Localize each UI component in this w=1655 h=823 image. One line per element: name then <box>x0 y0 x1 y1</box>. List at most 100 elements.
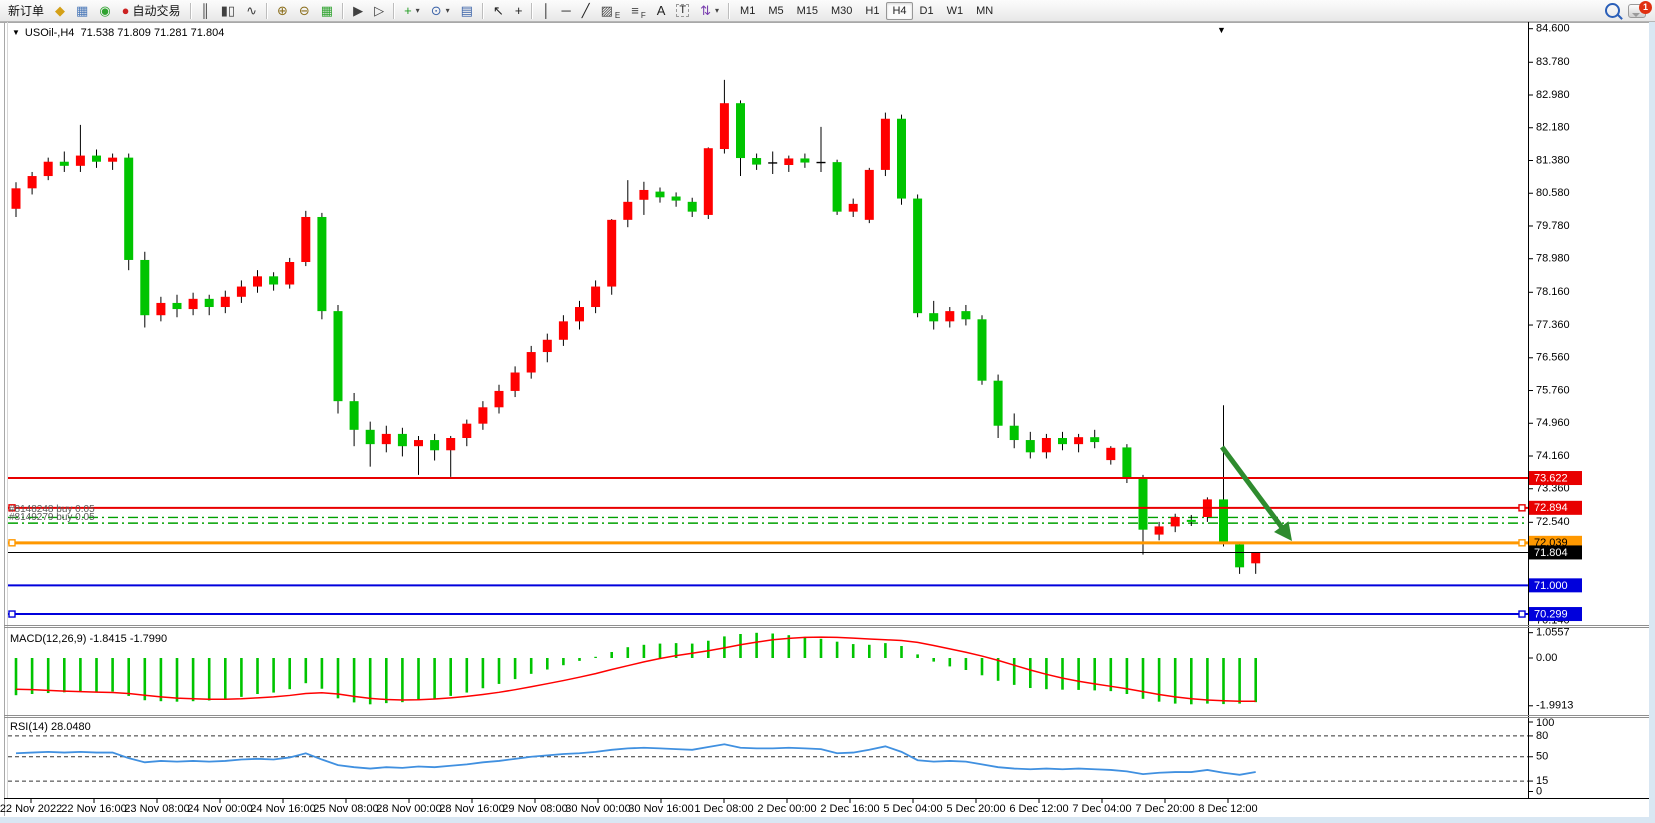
new-chart-icon[interactable]: ▦ <box>71 0 93 21</box>
signal-center-icon[interactable]: ◉ <box>94 0 115 21</box>
svg-text:25 Nov 08:00: 25 Nov 08:00 <box>313 803 378 815</box>
tf-w1[interactable]: W1 <box>941 2 970 20</box>
svg-text:100: 100 <box>1536 717 1554 729</box>
new-chart-icon: ▦ <box>76 4 88 17</box>
templates-icon[interactable]: ▤ <box>456 0 478 21</box>
tf-m1[interactable]: M1 <box>734 2 761 20</box>
line-chart-icon: ∿ <box>246 4 257 17</box>
chart-window[interactable]: 84.60083.78082.98082.18081.38080.58079.7… <box>0 22 1655 823</box>
chart-shift-icon: ▷ <box>374 4 384 17</box>
toolbar: 新订单◆▦◉●自动交易║▮▯∿⊕⊖▦▶▷+▾⊙▾▤↖+│─╱▨E≡FAT⇅▾M1… <box>0 0 1655 22</box>
auto-scroll-icon[interactable]: ▶ <box>348 0 368 21</box>
svg-text:82.980: 82.980 <box>1536 89 1570 101</box>
svg-text:73.622: 73.622 <box>1534 472 1568 484</box>
zoom-in-icon: ⊕ <box>277 4 288 17</box>
tf-m30[interactable]: M30 <box>825 2 858 20</box>
svg-text:28 Nov 16:00: 28 Nov 16:00 <box>439 803 504 815</box>
chat-icon[interactable]: 1 <box>1628 4 1646 18</box>
chart-title-triangle-icon[interactable]: ▼ <box>12 28 20 37</box>
fibonacci-icon: ≡ <box>631 4 639 17</box>
trendline-icon: ╱ <box>582 4 590 17</box>
zoom-out-icon: ⊖ <box>299 4 310 17</box>
add-indicator-icon-caret[interactable]: ▾ <box>416 6 420 15</box>
horizontal-line-icon: ─ <box>562 4 571 17</box>
svg-text:1 Dec 08:00: 1 Dec 08:00 <box>694 803 753 815</box>
candlestick-chart-icon[interactable]: ▮▯ <box>216 0 240 21</box>
svg-text:81.380: 81.380 <box>1536 154 1570 166</box>
arrows-icon[interactable]: ⇅▾ <box>695 0 724 21</box>
svg-text:5 Dec 20:00: 5 Dec 20:00 <box>946 803 1005 815</box>
svg-text:2 Dec 00:00: 2 Dec 00:00 <box>757 803 816 815</box>
svg-text:-1.9913: -1.9913 <box>1536 700 1573 712</box>
trendline-icon[interactable]: ╱ <box>577 0 595 21</box>
auto-trading-button[interactable]: ●自动交易 <box>117 0 186 21</box>
horizontal-line-icon[interactable]: ─ <box>557 0 576 21</box>
svg-text:7 Dec 20:00: 7 Dec 20:00 <box>1135 803 1194 815</box>
text-label-icon[interactable]: T <box>671 0 694 21</box>
auto-scroll-icon: ▶ <box>353 4 363 17</box>
market-watch-icon[interactable]: ◆ <box>50 0 70 21</box>
toolbar-right: 1 <box>1605 3 1652 18</box>
new-order-button[interactable]: 新订单 <box>3 0 49 21</box>
cursor-icon[interactable]: ↖ <box>488 0 509 21</box>
svg-text:79.780: 79.780 <box>1536 220 1570 232</box>
svg-text:22 Nov 16:00: 22 Nov 16:00 <box>61 803 126 815</box>
chart-title: ▼USOil-,H4 71.538 71.809 71.281 71.804 <box>12 27 224 39</box>
svg-text:7 Dec 04:00: 7 Dec 04:00 <box>1072 803 1131 815</box>
crosshair-icon[interactable]: + <box>510 0 528 21</box>
toolbar-separator <box>393 3 395 19</box>
tf-d1[interactable]: D1 <box>914 2 940 20</box>
periods-icon[interactable]: ⊙▾ <box>426 0 455 21</box>
toolbar-separator <box>728 3 730 19</box>
crosshair-icon: + <box>515 4 523 17</box>
macd-indicator-label: MACD(12,26,9) -1.8415 -1.7990 <box>10 633 167 645</box>
templates-icon: ▤ <box>461 4 473 17</box>
chart-symbol-period: USOil-,H4 <box>25 27 75 39</box>
periods-icon-caret[interactable]: ▾ <box>446 6 450 15</box>
svg-text:74.960: 74.960 <box>1536 417 1570 429</box>
auto-trading-button-label: 自动交易 <box>133 2 181 19</box>
tf-m15[interactable]: M15 <box>791 2 824 20</box>
zoom-out-icon[interactable]: ⊖ <box>294 0 315 21</box>
svg-text:29 Nov 08:00: 29 Nov 08:00 <box>502 803 567 815</box>
chart-shift-marker-icon[interactable]: ▼ <box>1217 25 1226 35</box>
arrows-icon-caret[interactable]: ▾ <box>715 6 719 15</box>
tf-h4[interactable]: H4 <box>886 2 912 20</box>
svg-text:24 Nov 16:00: 24 Nov 16:00 <box>250 803 315 815</box>
toolbar-separator <box>190 3 192 19</box>
svg-text:76.560: 76.560 <box>1536 352 1570 364</box>
line-chart-icon[interactable]: ∿ <box>241 0 262 21</box>
svg-text:8 Dec 12:00: 8 Dec 12:00 <box>1198 803 1257 815</box>
vertical-line-icon[interactable]: │ <box>537 0 555 21</box>
fibonacci-icon[interactable]: ≡F <box>626 0 650 21</box>
svg-text:77.360: 77.360 <box>1536 319 1570 331</box>
chart-svg[interactable]: 84.60083.78082.98082.18081.38080.58079.7… <box>0 22 1655 823</box>
periods-icon: ⊙ <box>431 4 442 17</box>
text-icon[interactable]: A <box>652 0 671 21</box>
svg-text:1.0557: 1.0557 <box>1536 627 1570 639</box>
tf-m5[interactable]: M5 <box>762 2 789 20</box>
svg-text:72.894: 72.894 <box>1534 502 1568 514</box>
add-indicator-icon[interactable]: +▾ <box>399 0 425 21</box>
equidistant-channel-icon[interactable]: ▨E <box>596 0 626 21</box>
bar-chart-icon[interactable]: ║ <box>196 0 215 21</box>
tile-windows-icon[interactable]: ▦ <box>316 0 338 21</box>
tf-mn[interactable]: MN <box>970 2 999 20</box>
svg-text:2 Dec 16:00: 2 Dec 16:00 <box>820 803 879 815</box>
svg-text:80.580: 80.580 <box>1536 187 1570 199</box>
order-label-2: #8149279 buy 0.05 <box>9 512 95 523</box>
tf-h1[interactable]: H1 <box>859 2 885 20</box>
equidistant-channel-icon-sub: E <box>615 11 620 20</box>
svg-text:0: 0 <box>1536 785 1542 797</box>
svg-text:23 Nov 08:00: 23 Nov 08:00 <box>124 803 189 815</box>
svg-text:72.540: 72.540 <box>1536 516 1570 528</box>
svg-text:80: 80 <box>1536 730 1548 742</box>
svg-text:71.804: 71.804 <box>1534 547 1568 559</box>
auto-trading: ● <box>122 4 130 17</box>
notification-badge: 1 <box>1639 1 1652 14</box>
search-icon[interactable] <box>1605 3 1620 18</box>
cursor-icon: ↖ <box>493 4 504 17</box>
svg-text:74.160: 74.160 <box>1536 450 1570 462</box>
chart-shift-icon[interactable]: ▷ <box>369 0 389 21</box>
zoom-in-icon[interactable]: ⊕ <box>272 0 293 21</box>
